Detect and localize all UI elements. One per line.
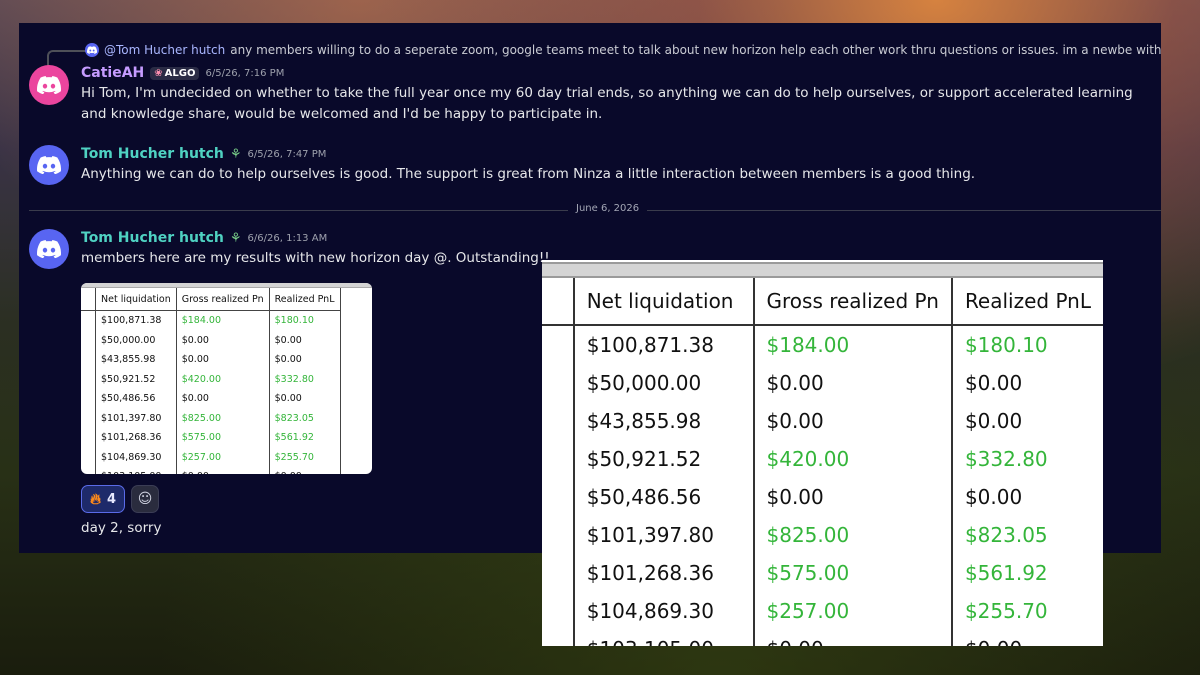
results-table-thumbnail: Net liquidation Gross realized Pn Realiz… bbox=[81, 288, 341, 474]
username[interactable]: Tom Hucher hutch bbox=[81, 146, 224, 162]
reactions-bar: 🔥︎ 4 ☺ bbox=[81, 485, 160, 513]
table-row: $43,855.98 $0.00 $0.00 bbox=[542, 402, 1103, 440]
avatar[interactable] bbox=[29, 229, 69, 269]
table-row: $43,855.98 $0.00 $0.00 bbox=[81, 350, 341, 370]
column-header: Net liquidation bbox=[573, 278, 755, 326]
message-text: Anything we can do to help ourselves is … bbox=[81, 166, 976, 182]
date-divider-label: June 6, 2026 bbox=[568, 203, 648, 214]
enlarged-results-table: Net liquidation Gross realized Pn Realiz… bbox=[542, 260, 1103, 646]
table-row: $103,105.00$0.00$0.00 bbox=[542, 630, 1103, 646]
row-stub-header bbox=[542, 278, 575, 326]
message-text: Hi Tom, I'm undecided on whether to take… bbox=[81, 85, 1133, 122]
reply-connector bbox=[47, 50, 87, 66]
reaction-count: 4 bbox=[107, 491, 117, 507]
row-stub-header bbox=[81, 288, 96, 311]
table-row: $50,921.52 $420.00 $332.80 bbox=[542, 440, 1103, 478]
table-row: $50,486.56 $0.00 $0.00 bbox=[81, 389, 341, 409]
message-header: Tom Hucher hutch ⚘ 6/6/26, 1:13 AM bbox=[81, 230, 327, 246]
reply-mention[interactable]: @Tom Hucher hutch bbox=[104, 43, 225, 57]
timestamp: 6/5/26, 7:16 PM bbox=[205, 67, 285, 79]
table-row: $101,268.36 $575.00 $561.92 bbox=[81, 428, 341, 448]
timestamp: 6/6/26, 1:13 AM bbox=[247, 232, 328, 244]
column-header: Realized PnL bbox=[951, 278, 1103, 326]
table-row: $50,000.00 $0.00 $0.00 bbox=[81, 330, 341, 350]
discord-logo-icon bbox=[37, 240, 61, 258]
table-row: $101,397.80 $825.00 $823.05 bbox=[81, 408, 341, 428]
fire-icon: ❀ bbox=[154, 67, 163, 79]
table-row: $50,000.00 $0.00 $0.00 bbox=[542, 364, 1103, 402]
username[interactable]: Tom Hucher hutch bbox=[81, 230, 224, 246]
timestamp: 6/5/26, 7:47 PM bbox=[247, 148, 327, 160]
fire-icon: 🔥︎ bbox=[90, 490, 102, 508]
table-row: $101,268.36 $575.00 $561.92 bbox=[542, 554, 1103, 592]
column-header: Gross realized Pn bbox=[176, 288, 270, 311]
table-row: $100,871.38 $184.00 $180.10 bbox=[81, 310, 341, 331]
discord-logo-icon bbox=[37, 156, 61, 174]
reply-text: any members willing to do a seperate zoo… bbox=[230, 43, 1161, 57]
table-row: $101,397.80 $825.00 $823.05 bbox=[542, 516, 1103, 554]
table-row: $100,871.38 $184.00 $180.10 bbox=[542, 325, 1103, 364]
table-row: $104,869.30 $257.00 $255.70 bbox=[81, 447, 341, 467]
reply-preview[interactable]: @Tom Hucher hutch any members willing to… bbox=[85, 43, 1161, 57]
smiley-icon: ☺ bbox=[137, 491, 153, 507]
discord-logo-icon bbox=[37, 76, 61, 94]
column-header: Net liquidation bbox=[95, 288, 177, 311]
role-tag-label: ALGO bbox=[164, 67, 196, 79]
table-row: $50,486.56 $0.00 $0.00 bbox=[542, 478, 1103, 516]
table-row: $50,921.52 $420.00 $332.80 bbox=[81, 369, 341, 389]
add-reaction-button[interactable]: ☺ bbox=[131, 485, 160, 513]
reaction-fire[interactable]: 🔥︎ 4 bbox=[81, 485, 126, 513]
column-header: Gross realized Pn bbox=[753, 278, 953, 326]
avatar[interactable] bbox=[29, 65, 69, 105]
message-header: Tom Hucher hutch ⚘ 6/5/26, 7:47 PM bbox=[81, 146, 326, 162]
avatar[interactable] bbox=[29, 145, 69, 185]
results-table-enlarged: Net liquidation Gross realized Pn Realiz… bbox=[542, 278, 1103, 646]
role-tag[interactable]: ❀ ALGO bbox=[150, 66, 200, 80]
discord-logo-icon bbox=[85, 43, 99, 57]
table-row: $104,869.30 $257.00 $255.70 bbox=[542, 592, 1103, 630]
table-row: $103,105.00$0.00$0.00 bbox=[81, 467, 341, 474]
image-attachment[interactable]: Net liquidation Gross realized Pn Realiz… bbox=[81, 283, 372, 474]
column-header: Realized PnL bbox=[269, 288, 341, 311]
brain-icon: ⚘ bbox=[229, 146, 242, 162]
username[interactable]: CatieAH bbox=[81, 65, 144, 81]
message-header: CatieAH ❀ ALGO 6/5/26, 7:16 PM bbox=[81, 65, 284, 81]
brain-icon: ⚘ bbox=[229, 230, 242, 246]
enlarged-topbar bbox=[542, 262, 1103, 278]
